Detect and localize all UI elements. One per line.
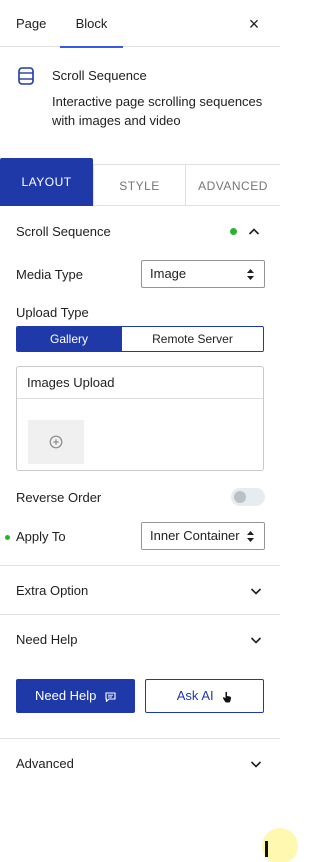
select-arrows-icon bbox=[247, 531, 254, 542]
section-extra-option-toggle[interactable]: Extra Option bbox=[0, 566, 280, 615]
scroll-sequence-icon bbox=[18, 67, 34, 85]
add-circle-icon bbox=[49, 435, 63, 449]
block-description: Interactive page scrolling sequences wit… bbox=[52, 94, 263, 128]
text-cursor-icon bbox=[265, 841, 268, 857]
ask-ai-button[interactable]: Ask AI bbox=[145, 679, 264, 713]
chevron-up-icon bbox=[248, 228, 260, 235]
close-button[interactable]: × bbox=[242, 12, 266, 36]
status-dot bbox=[230, 228, 237, 235]
media-type-label: Media Type bbox=[16, 267, 83, 282]
chevron-down-icon bbox=[250, 761, 262, 768]
reverse-order-toggle[interactable] bbox=[231, 488, 265, 506]
section-title: Need Help bbox=[16, 632, 78, 647]
tab-block[interactable]: Block bbox=[60, 0, 123, 48]
close-icon: × bbox=[248, 14, 260, 34]
chevron-down-icon bbox=[250, 588, 262, 595]
upload-type-toggle: Gallery Remote Server bbox=[16, 326, 264, 352]
section-title: Advanced bbox=[16, 756, 74, 771]
upload-type-label: Upload Type bbox=[16, 305, 89, 320]
apply-to-select[interactable]: Inner Container bbox=[141, 522, 265, 550]
need-help-label: Need Help bbox=[34, 688, 97, 703]
chat-icon bbox=[105, 692, 116, 702]
pointer-hand-icon bbox=[223, 691, 232, 703]
section-advanced-toggle[interactable]: Advanced bbox=[0, 739, 280, 788]
inspector-tabs: LAYOUT STYLE ADVANCED bbox=[0, 158, 280, 206]
section-title: Extra Option bbox=[16, 583, 89, 598]
need-help-button[interactable]: Need Help bbox=[16, 679, 135, 713]
reverse-order-label: Reverse Order bbox=[16, 490, 102, 505]
toggle-knob bbox=[234, 491, 246, 503]
status-dot bbox=[5, 535, 10, 540]
section-need-help-toggle[interactable]: Need Help bbox=[0, 615, 280, 664]
media-type-select[interactable]: Image bbox=[141, 260, 265, 288]
apply-to-label: Apply To bbox=[16, 529, 66, 544]
section-scroll-sequence-toggle[interactable]: Scroll Sequence bbox=[0, 207, 280, 256]
section-title: Scroll Sequence bbox=[16, 224, 111, 239]
sidebar-header-tabs: Page Block × bbox=[0, 0, 280, 48]
apply-to-value: Inner Container bbox=[150, 528, 240, 543]
upload-type-remote-server[interactable]: Remote Server bbox=[121, 327, 263, 351]
images-upload-label: Images Upload bbox=[17, 367, 263, 399]
upload-type-gallery[interactable]: Gallery bbox=[17, 327, 121, 351]
add-image-button[interactable] bbox=[28, 420, 84, 464]
block-title: Scroll Sequence bbox=[52, 68, 147, 83]
tab-page[interactable]: Page bbox=[16, 0, 46, 47]
select-arrows-icon bbox=[247, 269, 254, 280]
tab-style[interactable]: STYLE bbox=[93, 164, 186, 206]
images-upload-box: Images Upload bbox=[16, 366, 264, 471]
tab-layout[interactable]: LAYOUT bbox=[0, 158, 93, 206]
tab-advanced[interactable]: ADVANCED bbox=[186, 164, 280, 206]
block-card: Scroll Sequence Interactive page scrolli… bbox=[0, 48, 280, 158]
chevron-down-icon bbox=[250, 637, 262, 644]
media-type-value: Image bbox=[150, 266, 187, 281]
ask-ai-label: Ask AI bbox=[176, 688, 214, 703]
